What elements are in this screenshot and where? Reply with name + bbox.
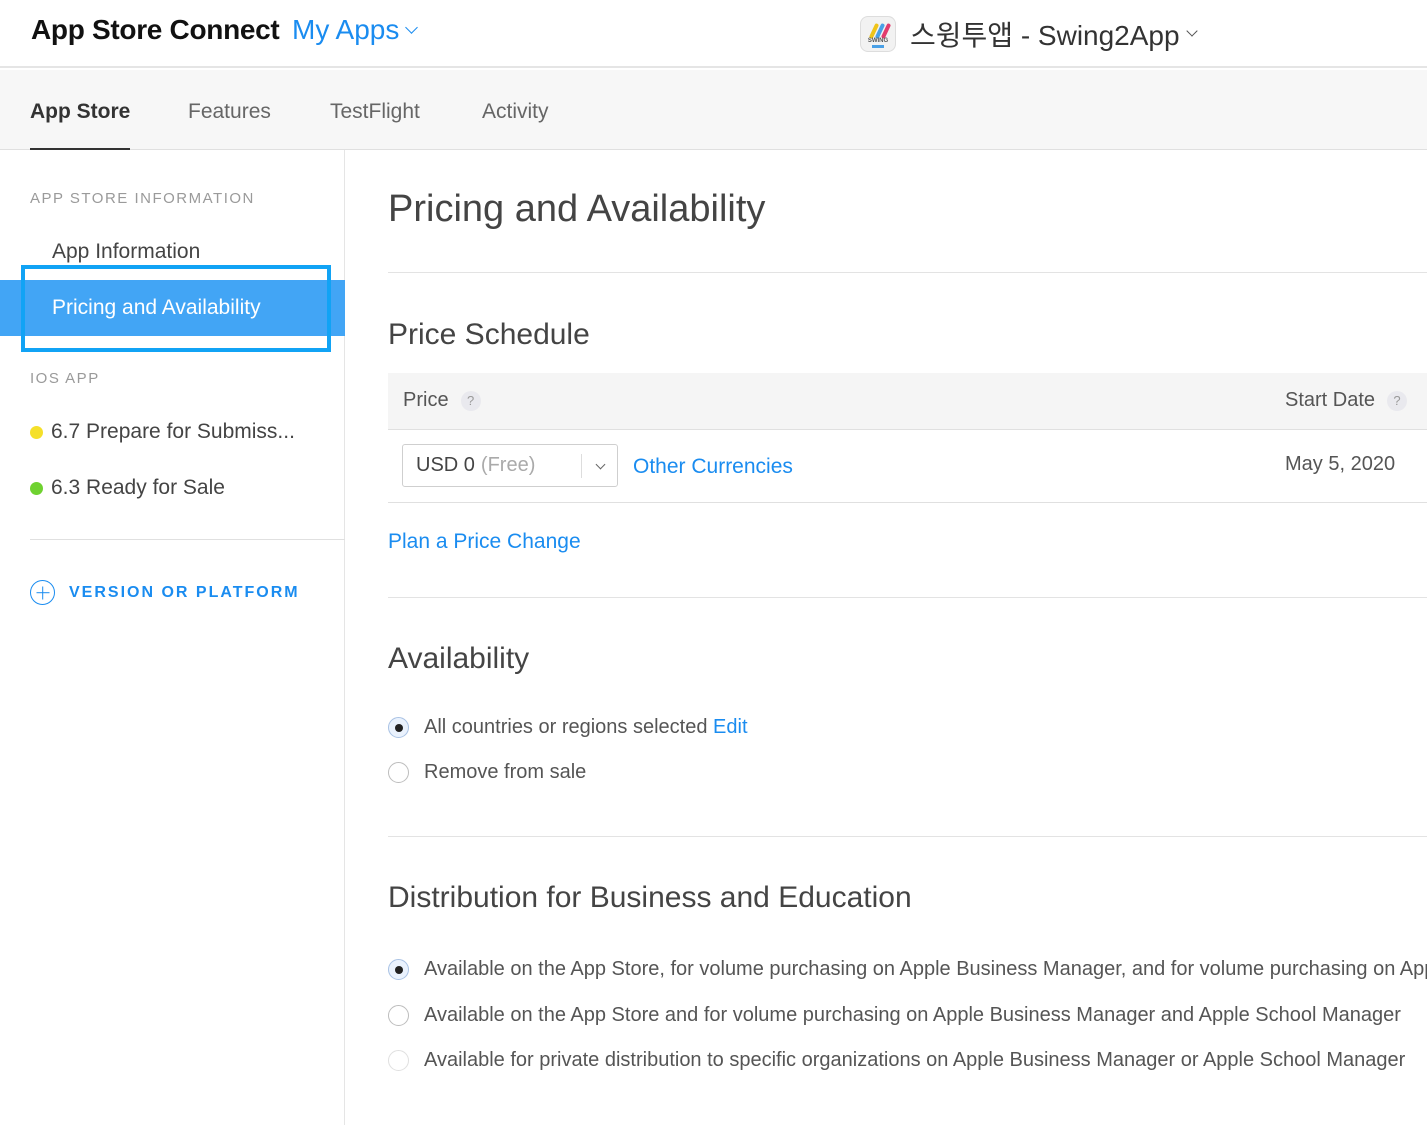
add-version-or-platform-button[interactable]: VERSION OR PLATFORM <box>30 580 300 605</box>
version-label: 6.7 Prepare for Submiss... <box>51 420 295 443</box>
help-icon[interactable]: ? <box>460 390 481 411</box>
distribution-title: Distribution for Business and Education <box>388 881 912 914</box>
option-label: Available on the App Store and for volum… <box>424 1004 1401 1026</box>
plan-price-change-link[interactable]: Plan a Price Change <box>388 530 581 554</box>
sidebar-item-label: Pricing and Availability <box>52 296 261 319</box>
main-content: Pricing and Availability Price Schedule … <box>388 150 1427 1125</box>
divider <box>388 836 1427 837</box>
start-date-value: May 5, 2020 <box>1285 453 1396 475</box>
brand-title: App Store Connect <box>31 14 280 45</box>
table-row: USD 0 (Free) Other Currencies May 5, 202… <box>388 430 1427 503</box>
sidebar: APP STORE INFORMATION App Information Pr… <box>0 150 345 1125</box>
my-apps-label: My Apps <box>292 14 400 45</box>
divider <box>388 272 1427 273</box>
top-header: App Store Connect My Apps SWING 스윙투앱 - S… <box>0 0 1427 68</box>
option-label: Available on the App Store, for volume p… <box>424 958 1427 980</box>
availability-option-all-countries[interactable]: All countries or regions selected Edit <box>388 716 748 739</box>
sidebar-heading-ios-app: IOS APP <box>30 370 100 387</box>
sidebar-item-app-information[interactable]: App Information <box>0 224 345 280</box>
price-schedule-table: Price ? Start Date ? USD 0 (Free) Other … <box>388 373 1427 503</box>
sidebar-item-pricing-and-availability[interactable]: Pricing and Availability <box>0 280 345 336</box>
distribution-option-private[interactable]: Available for private distribution to sp… <box>388 1049 1405 1072</box>
chevron-down-icon <box>595 459 606 470</box>
sidebar-divider <box>30 539 345 540</box>
sidebar-heading-app-store-information: APP STORE INFORMATION <box>30 190 255 207</box>
radio-disabled[interactable] <box>388 1050 409 1071</box>
price-column-header: Price <box>403 389 449 411</box>
help-icon[interactable]: ? <box>1387 390 1408 411</box>
app-icon: SWING <box>860 16 896 52</box>
app-switcher[interactable]: SWING 스윙투앱 - Swing2App <box>860 14 1198 54</box>
option-label: All countries or regions selected <box>424 716 708 738</box>
tab-features[interactable]: Features <box>188 100 271 148</box>
other-currencies-link[interactable]: Other Currencies <box>633 455 793 479</box>
sidebar-item-label: App Information <box>52 240 201 263</box>
edit-countries-link[interactable]: Edit <box>713 716 747 738</box>
add-version-label: VERSION OR PLATFORM <box>69 583 300 601</box>
status-dot-green-icon <box>30 481 43 495</box>
page-title: Pricing and Availability <box>388 188 766 230</box>
divider <box>388 597 1427 598</box>
tab-testflight[interactable]: TestFlight <box>330 100 420 148</box>
option-label: Remove from sale <box>424 761 587 783</box>
price-table-header: Price ? Start Date ? <box>388 373 1427 430</box>
availability-option-remove-from-sale[interactable]: Remove from sale <box>388 761 586 784</box>
radio-checked[interactable] <box>388 717 409 738</box>
version-label: 6.3 Ready for Sale <box>51 476 225 499</box>
chevron-down-icon <box>1185 25 1198 37</box>
availability-title: Availability <box>388 642 530 675</box>
radio-checked[interactable] <box>388 959 409 980</box>
my-apps-menu[interactable]: My Apps <box>292 14 419 46</box>
chevron-down-icon <box>405 20 419 34</box>
option-label: Available for private distribution to sp… <box>424 1049 1406 1071</box>
tab-activity[interactable]: Activity <box>482 100 549 148</box>
app-icon-label: SWING <box>867 38 889 44</box>
price-schedule-title: Price Schedule <box>388 318 590 351</box>
radio-unchecked[interactable] <box>388 762 409 783</box>
price-tier-select[interactable]: USD 0 (Free) <box>402 444 618 487</box>
status-dot-yellow-icon <box>30 425 43 439</box>
sidebar-item-version-6-3[interactable]: 6.3 Ready for Sale <box>0 460 345 516</box>
distribution-option-volume[interactable]: Available on the App Store and for volum… <box>388 1004 1401 1027</box>
app-name: 스윙투앱 - Swing2App <box>910 20 1180 51</box>
plus-circle-icon <box>30 580 55 605</box>
price-value: USD 0 <box>416 454 475 476</box>
start-date-column-header: Start Date <box>1285 389 1376 411</box>
tab-bar: App Store Features TestFlight Activity <box>0 70 1427 150</box>
sidebar-item-version-6-7[interactable]: 6.7 Prepare for Submiss... <box>0 404 345 460</box>
radio-unchecked[interactable] <box>388 1005 409 1026</box>
tab-app-store[interactable]: App Store <box>30 100 131 150</box>
price-note: (Free) <box>480 454 536 476</box>
distribution-option-public[interactable]: Available on the App Store, for volume p… <box>388 958 1427 981</box>
